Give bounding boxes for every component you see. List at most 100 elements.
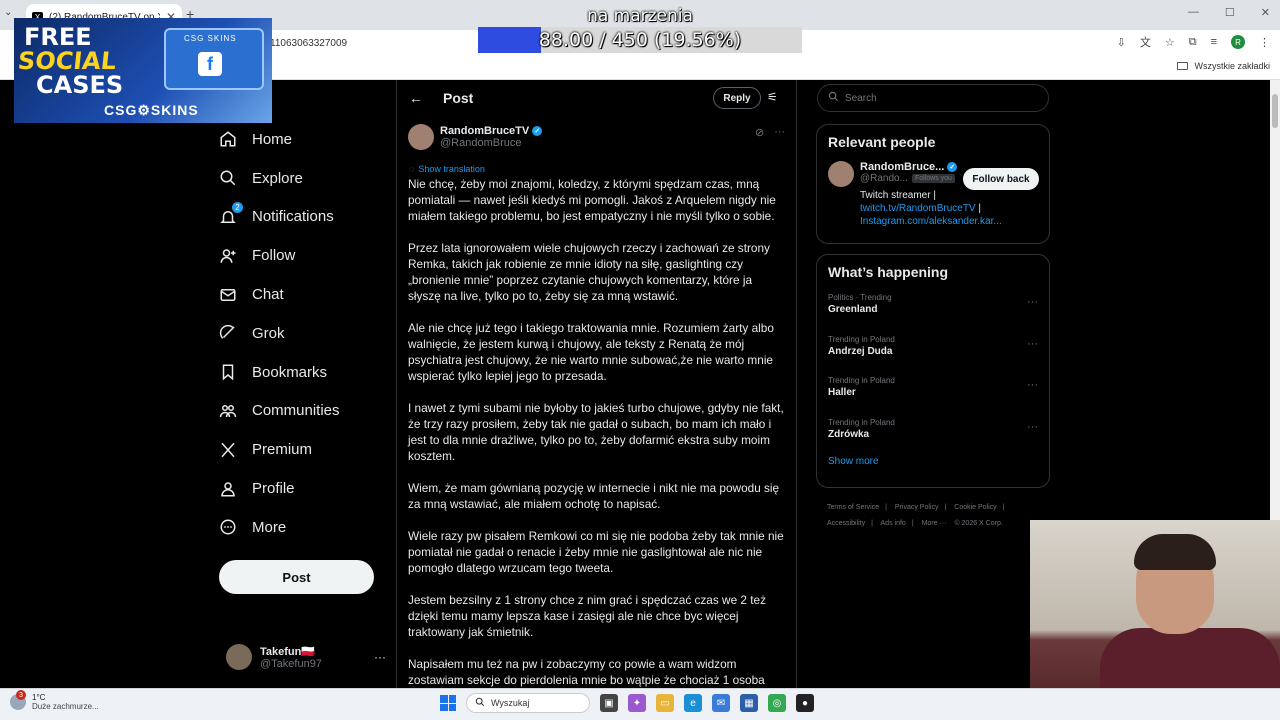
bell-icon: 2 [218,201,243,227]
menu-icon[interactable]: ⋮ [1259,36,1270,49]
trend-more-icon[interactable]: ··· [1027,379,1038,391]
taskbar-search[interactable]: Wyszukaj [466,693,590,713]
toolbar-icons: ⇩ 文 ☆ ⧉ ≡ R ⋮ [1117,34,1270,50]
person-bio: Twitch streamer | twitch.tv/RandomBruceT… [860,189,1038,228]
nav-home[interactable]: Home [218,120,388,159]
trend-more-icon[interactable]: ··· [1027,338,1038,350]
minimize-icon[interactable]: — [1188,6,1199,19]
grok-icon [218,323,238,343]
store-icon[interactable]: ▦ [740,694,758,712]
edge-icon[interactable]: e [684,694,702,712]
search-input[interactable]: Search [817,84,1049,112]
banner-line-3: CASES [36,71,124,99]
chrome-icon[interactable]: ◎ [768,694,786,712]
nav-grok[interactable]: Grok [218,314,388,353]
webcam-person-hair [1134,534,1216,570]
trend-more-icon[interactable]: ··· [1027,421,1038,433]
nav-explore[interactable]: Explore [218,159,388,198]
footer-link[interactable]: Privacy Policy [895,504,939,511]
nav-follow-label: Follow [252,247,296,265]
account-avatar [226,644,252,670]
person-handle: @Rando... [860,173,908,184]
cloud-icon: 3 [10,690,26,710]
account-switcher[interactable]: Takefun🇵🇱 @Takefun97 ··· [226,644,386,670]
footer-sep: | [1002,504,1005,511]
bio-text: Twitch streamer | [860,190,936,201]
show-translation-link[interactable]: ◌ Show translation [409,164,485,174]
translate-icon[interactable]: 文 [1140,34,1151,50]
weather-description: Duże zachmurze... [32,702,99,711]
app-icon[interactable]: ● [796,694,814,712]
trend-item[interactable]: Trending in Poland Andrzej Duda ··· [828,330,1038,372]
person-avatar[interactable] [828,161,854,187]
back-arrow-icon[interactable]: ← [409,90,423,106]
footer-link[interactable]: Cookie Policy [954,504,996,511]
home-icon [218,129,238,149]
footer-link[interactable]: Terms of Service [827,504,879,511]
search-icon [218,168,238,188]
person-name[interactable]: RandomBruce... [860,161,944,173]
close-window-icon[interactable]: ✕ [1261,6,1270,19]
nav-notifications[interactable]: 2 Notifications [218,198,388,237]
install-icon[interactable]: ⇩ [1117,36,1126,49]
footer-link[interactable]: More ··· [922,520,947,527]
bio-link-twitch[interactable]: twitch.tv/RandomBruceTV [860,203,976,214]
star-icon[interactable]: ☆ [1165,36,1175,49]
mail-icon [218,285,238,305]
compose-post-button[interactable]: Post [219,560,374,594]
outlook-icon[interactable]: ✉ [712,694,730,712]
trend-item[interactable]: Trending in Poland Zdrówka ··· [828,413,1038,455]
grok-explain-icon[interactable]: ⊘ [755,126,764,139]
taskbar-apps: Wyszukaj ▣ ✦ ▭ e ✉ ▦ ◎ ● [440,693,814,713]
post-paragraph: Ale nie chcę już tego i takiego traktowa… [408,321,774,383]
copilot-icon[interactable]: ✦ [628,694,646,712]
tab-search-icon[interactable]: ⌄ [4,7,12,18]
author-name[interactable]: RandomBruceTV [440,125,529,137]
settings-sliders-icon[interactable]: ⚟ [767,90,778,104]
footer-sep: | [885,504,887,511]
post-more-icon[interactable]: ··· [774,126,785,139]
all-bookmarks-button[interactable]: Wszystkie zakładki [1177,61,1270,71]
show-more-link[interactable]: Show more [828,456,1038,467]
nav-communities-label: Communities [252,402,340,420]
reply-button[interactable]: Reply [713,87,761,109]
post-author[interactable]: RandomBruceTV ✓ @RandomBruce [408,124,543,150]
windows-start-icon[interactable] [440,695,456,711]
trend-item[interactable]: Trending in Poland Haller ··· [828,371,1038,413]
follows-you-badge: Follows you [911,174,955,183]
nav-more[interactable]: More [218,508,388,547]
trend-name: Zdrówka [828,428,870,440]
bio-link-instagram[interactable]: Instagram.com/aleksander.kar... [860,216,1002,227]
author-avatar[interactable] [408,124,434,150]
trend-more-icon[interactable]: ··· [1027,296,1038,308]
taskbar-search-label: Wyszukaj [491,698,530,708]
scrollbar-thumb[interactable] [1272,94,1278,128]
post-body: Nie chcę, żeby moi znajomi, koledzy, z k… [408,176,788,704]
relevant-people-title: Relevant people [828,134,936,150]
nav-chat[interactable]: Chat [218,275,388,314]
post-paragraph: I nawet z tymi subami nie byłoby to jaki… [408,401,784,463]
nav-bookmarks[interactable]: Bookmarks [218,353,388,392]
show-translation-label: Show translation [418,164,485,174]
file-explorer-icon[interactable]: ▭ [656,694,674,712]
footer-link[interactable]: Accessibility [827,520,865,527]
extensions-icon[interactable]: ⧉ [1189,36,1197,49]
footer-link[interactable]: Ads info [881,520,906,527]
trend-item[interactable]: Politics · Trending Greenland ··· [828,288,1038,330]
communities-icon [218,401,238,421]
weather-widget[interactable]: 3 1°C Duże zachmurze... [10,690,99,711]
task-view-icon[interactable]: ▣ [600,694,618,712]
nav-premium[interactable]: Premium [218,430,388,469]
maximize-icon[interactable]: ☐ [1225,6,1235,19]
nav-profile-label: Profile [252,480,295,498]
post-paragraph: Nie chcę, żeby moi znajomi, koledzy, z k… [408,177,776,223]
promo-banner: CSG SKINS f FREE SOCIAL CASES CSG⚙SKINS [14,18,272,123]
nav-follow[interactable]: Follow [218,236,388,275]
account-more-icon[interactable]: ··· [374,650,386,664]
profile-avatar-icon[interactable]: R [1231,35,1245,49]
nav-profile[interactable]: Profile [218,469,388,508]
whats-happening-card: What’s happening Politics · Trending Gre… [816,254,1050,488]
media-icon[interactable]: ≡ [1211,36,1217,48]
follow-back-button[interactable]: Follow back [963,168,1039,190]
nav-communities[interactable]: Communities [218,392,388,431]
